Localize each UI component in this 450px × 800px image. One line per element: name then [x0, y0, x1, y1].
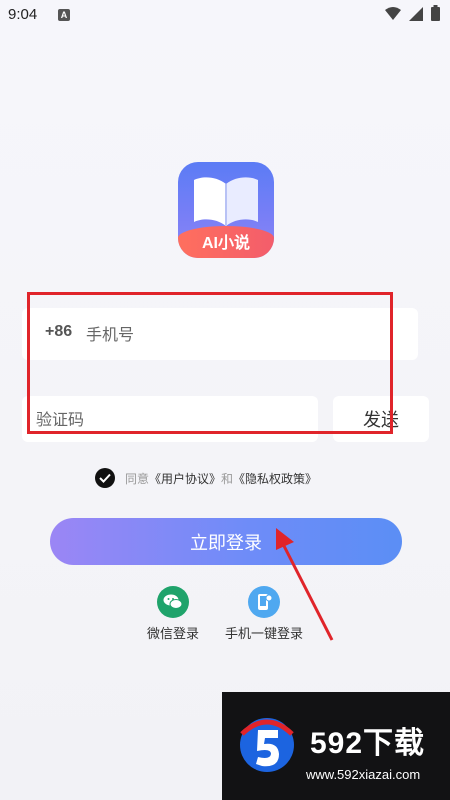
- watermark-url: www.592xiazai.com: [306, 767, 421, 782]
- wechat-login-label: 微信登录: [146, 627, 199, 642]
- agreement-and: 和: [221, 471, 234, 486]
- wechat-icon[interactable]: [157, 586, 189, 618]
- user-agreement-link[interactable]: 《用户协议》: [149, 470, 221, 487]
- watermark-logo-icon: [240, 718, 294, 772]
- app-logo: AI小说: [178, 162, 274, 258]
- onekey-login[interactable]: 手机一键登录: [214, 586, 314, 642]
- book-icon: [194, 177, 258, 226]
- wechat-login[interactable]: 微信登录: [138, 586, 208, 642]
- annotation-frame: [27, 292, 393, 434]
- checkmark-icon: [99, 473, 111, 483]
- wifi-icon: [385, 6, 401, 25]
- site-watermark: 592下载 www.592xiazai.com: [222, 692, 450, 800]
- notification-icon: A: [58, 9, 70, 21]
- status-icons: [385, 5, 440, 25]
- status-bar: 9:04 A: [0, 0, 450, 32]
- phone-icon[interactable]: [248, 586, 280, 618]
- privacy-policy-link[interactable]: 《隐私权政策》: [233, 470, 317, 487]
- logo-text: AI小说: [201, 235, 250, 252]
- status-time: 9:04: [8, 6, 38, 23]
- agreement-prefix: 同意: [125, 471, 150, 486]
- battery-icon: [431, 5, 440, 25]
- login-button[interactable]: 立即登录: [50, 518, 402, 565]
- onekey-login-label: 手机一键登录: [224, 627, 303, 642]
- agreement-row: 同意 《用户协议》 和 《隐私权政策》: [95, 467, 317, 489]
- agreement-checkbox[interactable]: [95, 468, 115, 488]
- watermark-brand: 592下载: [310, 727, 426, 760]
- signal-icon: [409, 6, 423, 25]
